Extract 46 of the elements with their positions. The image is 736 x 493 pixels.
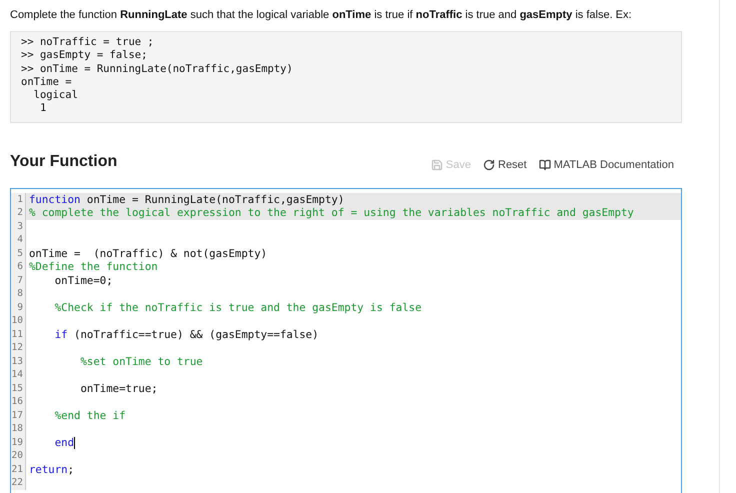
code-keyword: end xyxy=(54,436,74,450)
code-text: onTime = RunningLate(noTraffic,gasEmpty) xyxy=(86,192,344,206)
reload-icon xyxy=(483,158,495,171)
line-number: 20 xyxy=(11,449,26,463)
code-editor[interactable] xyxy=(10,188,682,493)
code-text: onTime=true; xyxy=(79,382,158,396)
line-number: 16 xyxy=(11,395,26,409)
code-text: (noTraffic==true) && (gasEmpty==false) xyxy=(73,328,319,342)
example-code: >> noTraffic = true ; >> gasEmpty = false; >> onTime = RunningLate(noTraffic,gasEmpty) onTime = logical 1 xyxy=(10,31,682,123)
line-number: 18 xyxy=(11,422,26,436)
reset-button[interactable]: Reset xyxy=(483,158,527,171)
line-number: 11 xyxy=(11,328,26,342)
line-number: 14 xyxy=(11,368,26,382)
line-number: 13 xyxy=(11,354,26,368)
code-comment: %end the if xyxy=(54,408,126,422)
line-number: 4 xyxy=(11,233,26,247)
code-comment: % complete the logical expression to the right of = using the variables noTraffic and gasEmpty xyxy=(29,206,634,220)
line-number: 8 xyxy=(11,287,26,301)
code-comment: %Define the function xyxy=(29,260,158,274)
line-number: 22 xyxy=(11,476,26,490)
line-number: 6 xyxy=(11,260,26,274)
line-number: 15 xyxy=(11,382,26,396)
line-number: 17 xyxy=(11,408,26,422)
book-icon xyxy=(538,158,551,171)
code-keyword: return xyxy=(29,462,68,476)
line-number: 2 xyxy=(11,206,26,220)
floppy-icon xyxy=(430,158,443,171)
line-number: 9 xyxy=(11,300,26,314)
docs-button[interactable]: MATLAB Documentation xyxy=(538,158,674,171)
code-keyword: function xyxy=(29,192,80,206)
code-comment: %Check if the noTraffic is true and the gasEmpty is false xyxy=(54,300,422,314)
line-number: 10 xyxy=(11,314,26,328)
line-number: 19 xyxy=(11,436,26,450)
line-number: 3 xyxy=(11,220,26,234)
section-title: Your Function xyxy=(10,152,118,171)
code-text: ; xyxy=(68,462,74,476)
line-number: 5 xyxy=(11,246,26,260)
line-number: 7 xyxy=(11,274,26,288)
line-number: 12 xyxy=(11,341,26,355)
code-comment: %set onTime to true xyxy=(79,354,203,368)
line-number: 1 xyxy=(11,192,26,206)
instructions: Complete the function RunningLate such that the logical variable onTime is true if noTraffic is true and gasEmpty is false. Ex: xyxy=(10,8,633,23)
code-keyword: if xyxy=(54,328,68,342)
code-text: onTime=0; xyxy=(54,274,113,288)
code-text: onTime = (noTraffic) & not(gasEmpty) xyxy=(29,246,268,260)
line-number: 21 xyxy=(11,462,26,476)
